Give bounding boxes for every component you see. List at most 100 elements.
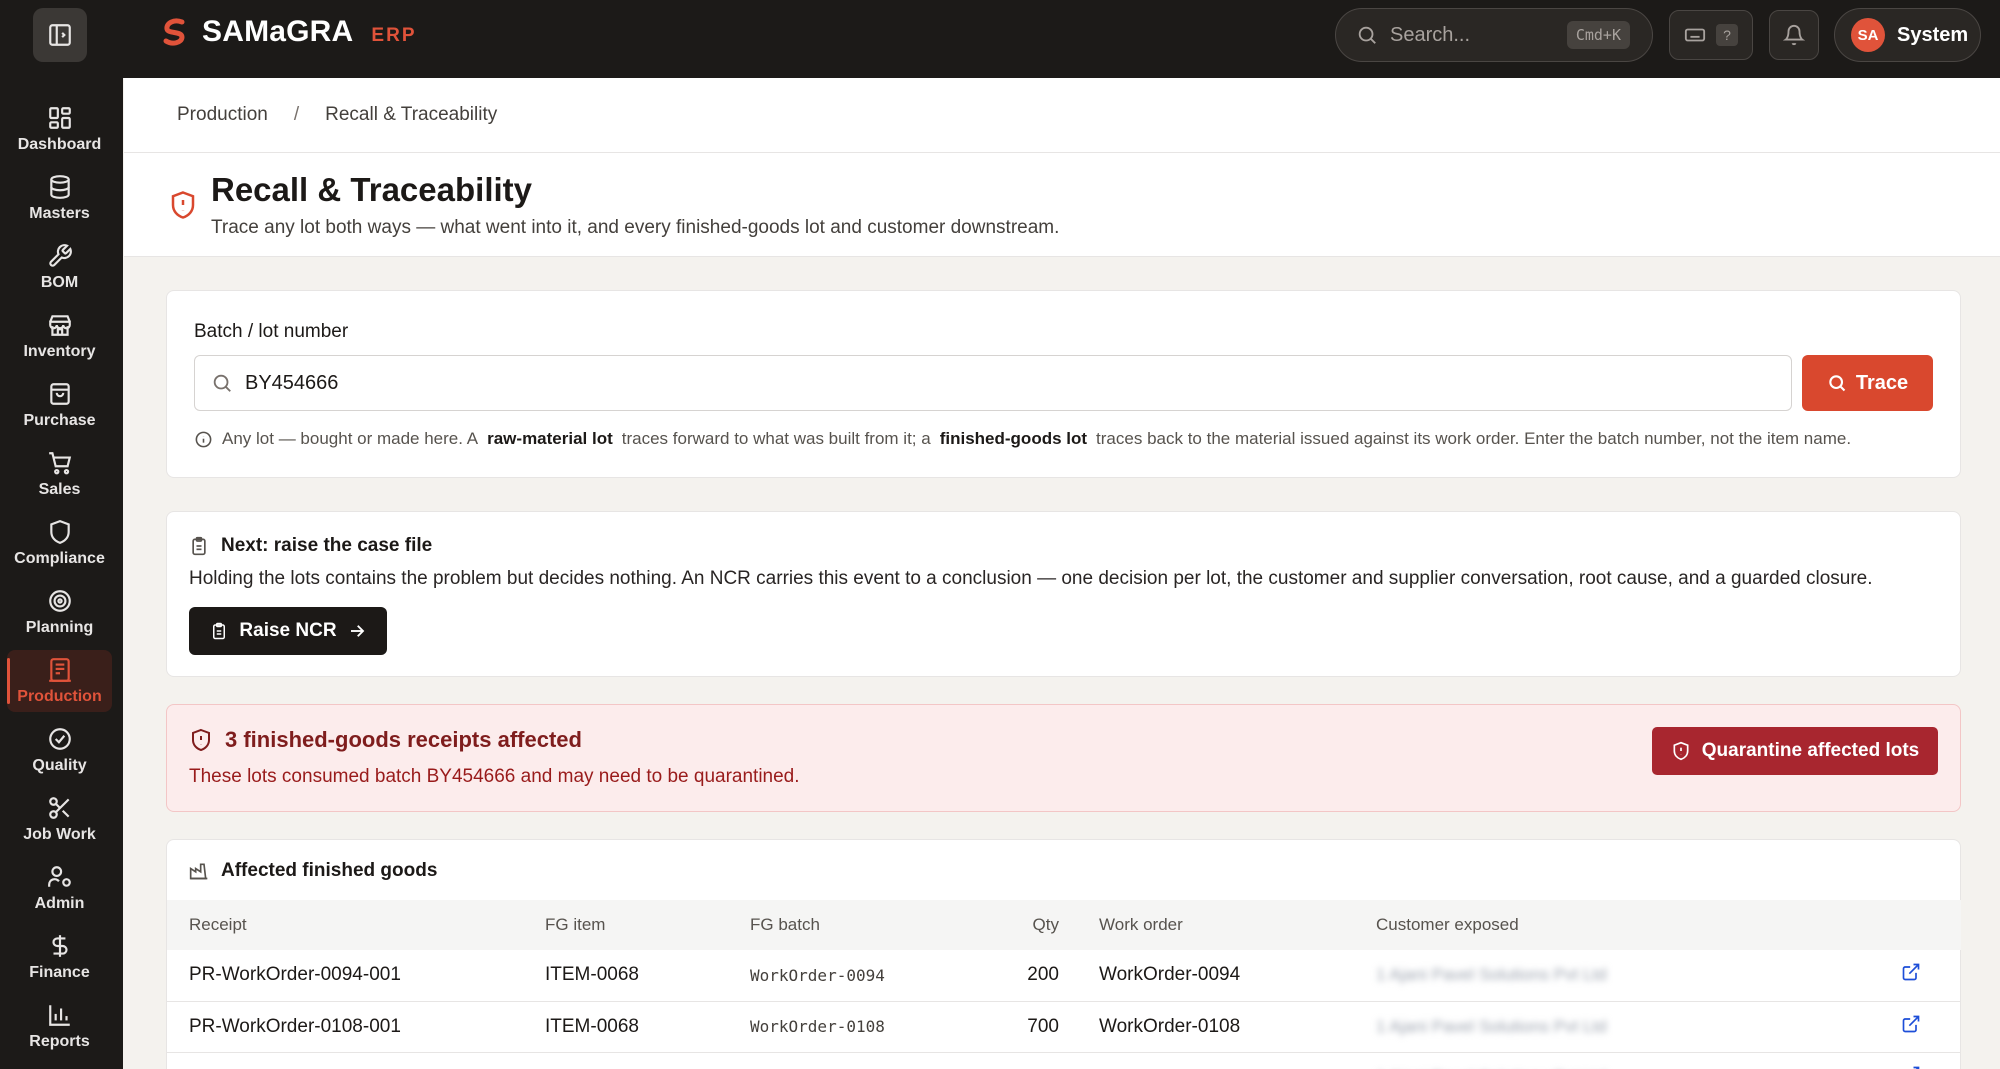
table-row[interactable]: PR-WorkOrder-0094-001 ITEM-0068 WorkOrde… [167,950,1961,1001]
breadcrumb-parent[interactable]: Production [177,104,268,126]
wrench-icon [48,243,72,267]
page-header: Recall & Traceability Trace any lot both… [124,153,2000,257]
lot-number-input[interactable]: BY454666 [194,355,1792,411]
sidebar-item-quality[interactable]: Quality [7,719,112,781]
top-bar: SAMaGRA ERP Search... Cmd+K ? SA System [0,0,2000,78]
keyboard-shortcuts-button[interactable]: ? [1669,10,1753,60]
page-subtitle: Trace any lot both ways — what went into… [211,217,1060,238]
sidebar-item-label: Planning [25,618,94,636]
work-order-cell: WorkOrder-0108 [1099,1015,1241,1037]
fg-item-cell: ITEM-0068 [545,964,639,986]
receipt-cell: PR-WorkOrder-0127-001 [167,1052,545,1069]
external-link-icon[interactable] [1901,962,1921,982]
affected-alert: 3 finished-goods receipts affected These… [166,704,1961,812]
fg-item-cell: ITEM-0068 [545,1015,639,1037]
search-placeholder: Search... [1390,23,1471,46]
search-icon [1829,375,1846,392]
sidebar: Dashboard Masters BOM Inventory Purchase… [0,78,123,1069]
fg-batch-cell: WorkOrder-0108 [750,1017,885,1036]
hint-text-3: traces back to the material issued again… [1096,429,1852,448]
app-logo[interactable]: SAMaGRA ERP [158,15,417,49]
sidebar-item-job-work[interactable]: Job Work [7,788,112,850]
column-header [1846,900,1961,950]
global-search[interactable]: Search... Cmd+K [1335,8,1653,62]
sidebar-item-label: Job Work [23,825,96,843]
notifications-button[interactable] [1769,10,1819,60]
clipboard-icon [192,536,206,556]
sidebar-item-label: Purchase [23,411,96,429]
trace-button-label: Trace [1855,371,1909,394]
breadcrumb-separator: / [293,104,300,125]
column-header: FG batch [750,915,820,934]
ncr-heading-text: Next: raise the case file [221,535,433,556]
bag-icon [49,382,70,405]
database-icon [49,174,70,199]
external-link-icon[interactable] [1901,1014,1921,1034]
page-title: Recall & Traceability [211,171,532,208]
alert-heading: 3 finished-goods receipts affected [189,727,582,753]
table-row[interactable]: PR-WorkOrder-0127-001 ITEM-0068 WorkOrde… [167,1052,1961,1069]
user-menu[interactable]: SA System [1834,8,1981,62]
lot-number-label: Batch / lot number [194,321,349,342]
sidebar-item-production[interactable]: Production [7,650,112,712]
bell-icon [1783,25,1805,46]
table-row[interactable]: PR-WorkOrder-0108-001 ITEM-0068 WorkOrde… [167,1001,1961,1052]
ncr-description: Holding the lots contains the problem bu… [189,568,1873,589]
brand-name: SAMaGRA [202,15,354,48]
sidebar-item-reports[interactable]: Reports [7,995,112,1057]
sidebar-item-compliance[interactable]: Compliance [7,512,112,574]
raise-ncr-button[interactable]: Raise NCR [189,607,387,655]
sidebar-item-inventory[interactable]: Inventory [7,305,112,367]
column-header: FG item [545,915,606,934]
affected-goods-table: Receipt FG item FG batch Qty Work order … [167,900,1961,1069]
hint-text-2: traces forward to what was built from it… [621,429,931,448]
sidebar-item-masters[interactable]: Masters [7,167,112,229]
sidebar-item-label: Dashboard [17,135,102,153]
search-icon [213,374,231,392]
sidebar-item-label: Production [17,687,102,705]
shield-alert-icon [1673,741,1689,761]
column-header: Customer exposed [1376,915,1519,934]
ncr-card: Next: raise the case file Holding the lo… [166,511,1961,677]
sidebar-item-label: Admin [34,894,85,912]
sidebar-item-planning[interactable]: Planning [7,581,112,643]
grid-icon [48,106,71,129]
sidebar-toggle-icon [49,24,71,46]
avatar: SA [1851,18,1885,52]
search-icon [1358,26,1376,44]
sidebar-item-dashboard[interactable]: Dashboard [7,98,112,160]
sidebar-item-label: Finance [29,963,90,981]
open-link-cell[interactable] [1846,1052,1961,1069]
column-header: Qty [1032,915,1059,934]
sidebar-item-purchase[interactable]: Purchase [7,374,112,436]
sidebar-item-sales[interactable]: Sales [7,443,112,505]
customer-cell: 1 Ajani Pavel Solutions Pvt Ltd [1376,965,1607,985]
qty-cell: 50 [1000,1052,1099,1069]
receipt-cell: PR-WorkOrder-0094-001 [189,964,401,986]
trace-button[interactable]: Trace [1802,355,1933,411]
user-cog-icon [47,865,71,887]
sidebar-toggle-button[interactable] [33,8,87,62]
factory-icon [189,863,208,880]
quarantine-button-label: Quarantine affected lots [1701,740,1920,761]
sidebar-item-label: BOM [40,273,79,291]
alert-text: These lots consumed batch BY454666 and m… [189,766,800,787]
hint-finished-goods: finished-goods lot [939,429,1088,448]
sidebar-item-finance[interactable]: Finance [7,926,112,988]
scissors-icon [48,796,69,819]
column-header: Work order [1099,915,1183,934]
shield-icon [49,519,70,544]
open-link-cell[interactable] [1846,950,1961,1001]
external-link-icon[interactable] [1901,1065,1921,1069]
sidebar-item-label: Masters [29,204,90,222]
sidebar-item-bom[interactable]: BOM [7,236,112,298]
sidebar-item-admin[interactable]: Admin [7,857,112,919]
store-icon [48,314,71,336]
keyboard-icon [1684,28,1706,42]
customer-cell: 1 Ajani Pavel Solutions Pvt Ltd [1376,1052,1846,1069]
fg-batch-cell: WorkOrder-0127 [750,1052,1000,1069]
open-link-cell[interactable] [1846,1001,1961,1052]
customer-cell: 1 Ajani Pavel Solutions Pvt Ltd [1376,1016,1607,1036]
affected-goods-card: Affected finished goods Receipt FG item … [166,839,1961,1069]
quarantine-button[interactable]: Quarantine affected lots [1652,727,1938,775]
